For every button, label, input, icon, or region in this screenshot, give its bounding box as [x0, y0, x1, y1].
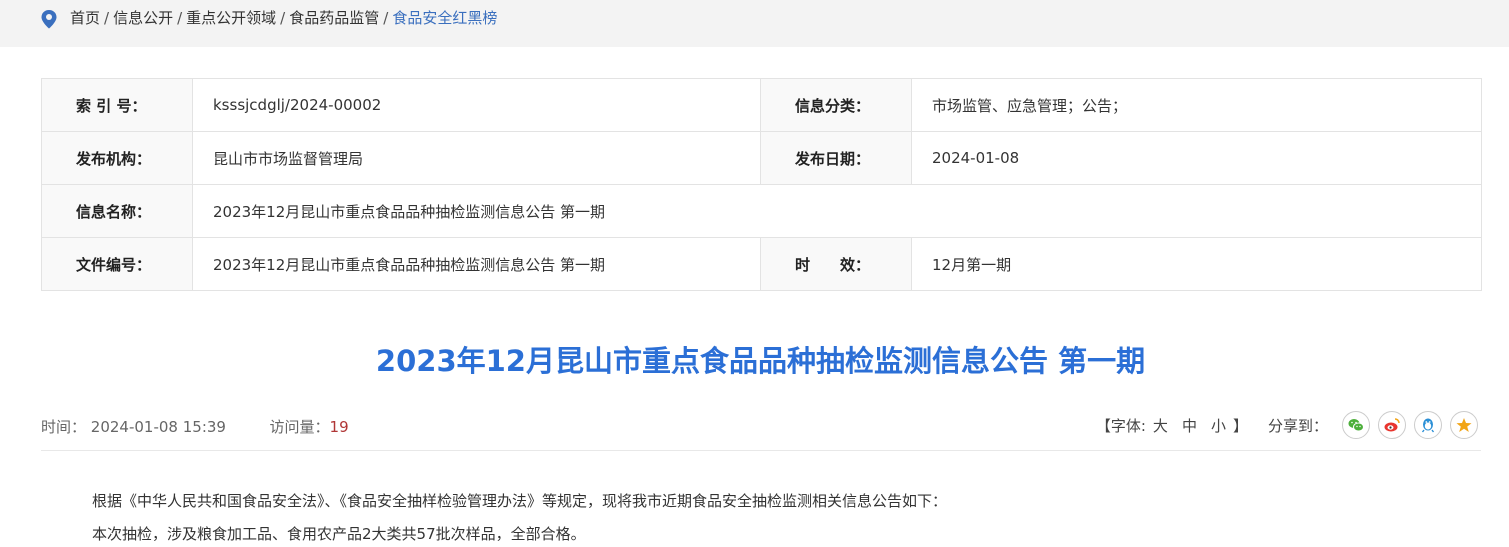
share-qq-button[interactable]	[1414, 411, 1442, 439]
index-value: ksssjcdglj/2024-00002	[192, 78, 761, 132]
breadcrumb-food-drug[interactable]: 食品药品监管	[289, 9, 379, 27]
wechat-icon	[1348, 419, 1364, 432]
breadcrumb-bar: 首页 / 信息公开 / 重点公开领域 / 食品药品监管 / 食品安全红黑榜	[0, 0, 1509, 47]
share-wechat-button[interactable]	[1342, 411, 1370, 439]
docnum-value: 2023年12月昆山市重点食品品种抽检监测信息公告 第一期	[192, 237, 761, 291]
share-label: 分享到：	[1267, 416, 1328, 435]
breadcrumb-home[interactable]: 首页	[70, 9, 100, 27]
table-row: 信息名称： 2023年12月昆山市重点食品品种抽检监测信息公告 第一期	[41, 184, 1482, 238]
publisher-label: 发布机构：	[41, 131, 193, 185]
share-weibo-button[interactable]	[1378, 411, 1406, 439]
index-label: 索 引 号：	[41, 78, 193, 132]
date-value: 2024-01-08	[911, 131, 1482, 185]
table-row: 发布机构： 昆山市市场监督管理局 发布日期： 2024-01-08	[41, 131, 1482, 185]
location-pin-icon	[41, 10, 57, 29]
publisher-value: 昆山市市场监督管理局	[192, 131, 761, 185]
date-label: 发布日期：	[760, 131, 912, 185]
docnum-label: 文件编号：	[41, 237, 193, 291]
breadcrumb-separator: /	[280, 9, 286, 27]
article-meta: 时间： 2024-01-08 15:39 访问量：19	[41, 416, 349, 437]
breadcrumb-key-areas[interactable]: 重点公开领域	[186, 9, 276, 27]
validity-value: 12月第一期	[911, 237, 1482, 291]
weibo-icon	[1384, 418, 1400, 432]
font-size-close: 】	[1232, 416, 1248, 435]
font-size-label: 【字体:	[1095, 416, 1146, 435]
article-paragraph: 本次抽检，涉及粮食加工品、食用农产品2大类共57批次样品，全部合格。	[92, 525, 586, 543]
divider	[41, 450, 1481, 451]
name-value: 2023年12月昆山市重点食品品种抽检监测信息公告 第一期	[192, 184, 1482, 238]
name-label: 信息名称：	[41, 184, 193, 238]
time-label: 时间：	[41, 418, 87, 436]
time-value: 2024-01-08 15:39	[90, 418, 226, 436]
article-title: 2023年12月昆山市重点食品品种抽检监测信息公告 第一期	[375, 344, 1146, 378]
breadcrumb-current[interactable]: 食品安全红黑榜	[392, 9, 497, 27]
breadcrumb-separator: /	[104, 9, 110, 27]
breadcrumb-separator: /	[177, 9, 183, 27]
category-label: 信息分类：	[760, 78, 912, 132]
article-paragraph: 根据《中华人民共和国食品安全法》、《食品安全抽样检验管理办法》等规定，现将我市近…	[92, 492, 948, 510]
views-label: 访问量：	[269, 418, 330, 436]
font-medium-button[interactable]: 中	[1182, 415, 1197, 436]
views-count: 19	[329, 418, 349, 436]
breadcrumb-info-public[interactable]: 信息公开	[113, 9, 173, 27]
font-small-button[interactable]: 小	[1211, 415, 1226, 436]
article-toolbar: 【字体: 大 中 小 】 分享到：	[1096, 410, 1478, 440]
font-large-button[interactable]: 大	[1153, 415, 1168, 436]
breadcrumb: 首页 / 信息公开 / 重点公开领域 / 食品药品监管 / 食品安全红黑榜	[70, 0, 497, 37]
qq-icon	[1421, 418, 1435, 433]
validity-label: 时 效：	[760, 237, 912, 291]
share-qzone-button[interactable]	[1450, 411, 1478, 439]
qzone-star-icon	[1456, 418, 1472, 432]
table-row: 索 引 号： ksssjcdglj/2024-00002 信息分类： 市场监管、…	[41, 78, 1482, 132]
breadcrumb-separator: /	[383, 9, 389, 27]
table-row: 文件编号： 2023年12月昆山市重点食品品种抽检监测信息公告 第一期 时 效：…	[41, 237, 1482, 291]
category-value: 市场监管、应急管理；公告；	[911, 78, 1482, 132]
info-metadata-table: 索 引 号： ksssjcdglj/2024-00002 信息分类： 市场监管、…	[41, 78, 1482, 291]
